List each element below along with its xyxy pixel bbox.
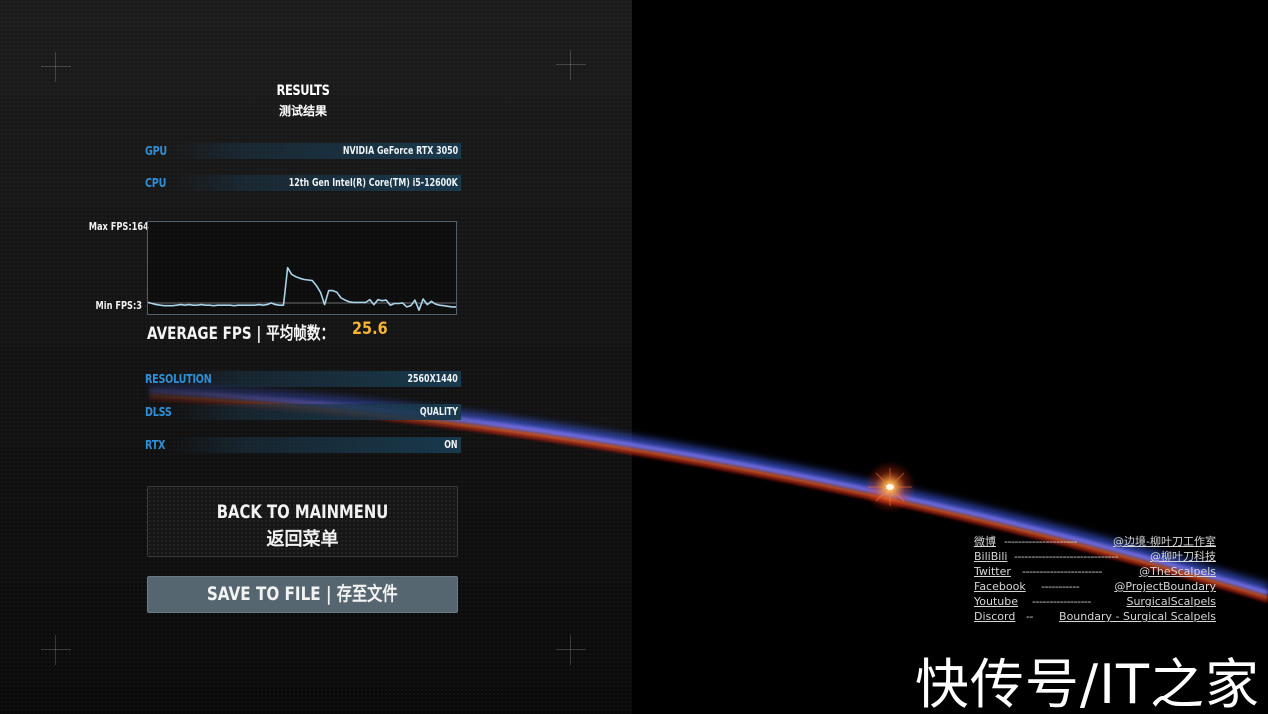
back-button-label-en: BACK TO MAINMENU bbox=[216, 501, 389, 523]
results-subtitle: 测试结果 bbox=[278, 104, 327, 118]
social-handle-link[interactable]: Boundary - Surgical Scalpels bbox=[1059, 609, 1216, 624]
cpu-label: CPU bbox=[145, 176, 167, 190]
corner-crosshair-bl bbox=[41, 635, 71, 665]
average-fps-label: AVERAGE FPS | 平均帧数： bbox=[147, 324, 335, 344]
fps-series-line bbox=[148, 266, 456, 311]
corner-crosshair-br bbox=[556, 635, 586, 665]
resolution-label: RESOLUTION bbox=[145, 372, 212, 386]
average-fps: AVERAGE FPS | 平均帧数： 25.6 bbox=[147, 319, 388, 344]
social-handle-link[interactable]: @边境-柳叶刀工作室 bbox=[1113, 534, 1216, 549]
back-button-label-zh: 返回菜单 bbox=[266, 529, 339, 550]
cpu-value: 12th Gen Intel(R) Core(TM) i5-12600K bbox=[288, 176, 458, 189]
rtx-row: RTX ON bbox=[145, 437, 461, 453]
fps-graph bbox=[147, 221, 457, 315]
social-name: Facebook bbox=[974, 580, 1026, 593]
save-button-label: SAVE TO FILE | 存至文件 bbox=[207, 583, 398, 605]
min-fps-label: Min FPS:3 bbox=[95, 299, 142, 312]
social-handle-link[interactable]: @柳叶刀科技 bbox=[1150, 549, 1216, 564]
rtx-label: RTX bbox=[145, 438, 166, 452]
social-row-youtube: Youtube ----------------- SurgicalScalpe… bbox=[974, 594, 1216, 609]
cpu-row: CPU 12th Gen Intel(R) Core(TM) i5-12600K bbox=[145, 175, 461, 191]
dlss-value: QUALITY bbox=[419, 405, 458, 418]
social-dashes: ----------- bbox=[1041, 580, 1080, 593]
rtx-bar bbox=[171, 437, 461, 453]
social-name: Youtube bbox=[974, 595, 1018, 608]
social-name: BiliBili bbox=[974, 550, 1008, 563]
fps-graph-canvas bbox=[148, 266, 456, 311]
dlss-row: DLSS QUALITY bbox=[145, 404, 461, 420]
social-handle-link[interactable]: @ProjectBoundary bbox=[1114, 579, 1216, 594]
corner-crosshair-tr bbox=[556, 50, 586, 80]
resolution-row: RESOLUTION 2560X1440 bbox=[145, 371, 461, 387]
social-dashes: -- bbox=[1026, 610, 1033, 623]
results-title: RESULTS bbox=[276, 83, 330, 99]
gpu-label: GPU bbox=[145, 144, 167, 158]
social-row-facebook: Facebook ----------- @ProjectBoundary bbox=[974, 579, 1216, 594]
social-row-discord: Discord -- Boundary - Surgical Scalpels bbox=[974, 609, 1216, 624]
social-dashes: --------------------- bbox=[1004, 535, 1077, 548]
gpu-row: GPU NVIDIA GeForce RTX 3050 bbox=[145, 143, 461, 159]
rtx-value: ON bbox=[444, 438, 458, 451]
social-handle-link[interactable]: SurgicalScalpels bbox=[1126, 594, 1216, 609]
social-dashes: ----------------- bbox=[1032, 595, 1091, 608]
social-links: 微博 --------------------- @边境-柳叶刀工作室 Bili… bbox=[974, 534, 1216, 624]
social-name: 微博 bbox=[974, 535, 996, 548]
max-fps-label: Max FPS:164 bbox=[88, 220, 149, 233]
social-row-weibo: 微博 --------------------- @边境-柳叶刀工作室 bbox=[974, 534, 1216, 549]
social-dashes: ------------------------------ bbox=[1014, 550, 1119, 563]
social-name: Discord bbox=[974, 610, 1016, 623]
dlss-label: DLSS bbox=[145, 405, 172, 419]
back-to-mainmenu-button[interactable]: BACK TO MAINMENU 返回菜单 bbox=[147, 486, 458, 557]
social-row-twitter: Twitter ----------------------- @TheScal… bbox=[974, 564, 1216, 579]
social-handle-link[interactable]: @TheScalpels bbox=[1139, 564, 1216, 579]
average-fps-value: 25.6 bbox=[352, 319, 388, 339]
gpu-value: NVIDIA GeForce RTX 3050 bbox=[342, 144, 458, 157]
corner-crosshair-tl bbox=[41, 52, 71, 82]
social-row-bilibili: BiliBili ------------------------------ … bbox=[974, 549, 1216, 564]
social-dashes: ----------------------- bbox=[1022, 565, 1102, 578]
save-to-file-button[interactable]: SAVE TO FILE | 存至文件 bbox=[147, 576, 458, 613]
dlss-bar bbox=[171, 404, 461, 420]
social-name: Twitter bbox=[974, 565, 1011, 578]
watermark: 快传号/IT之家 bbox=[914, 653, 1260, 714]
resolution-value: 2560X1440 bbox=[407, 372, 458, 385]
